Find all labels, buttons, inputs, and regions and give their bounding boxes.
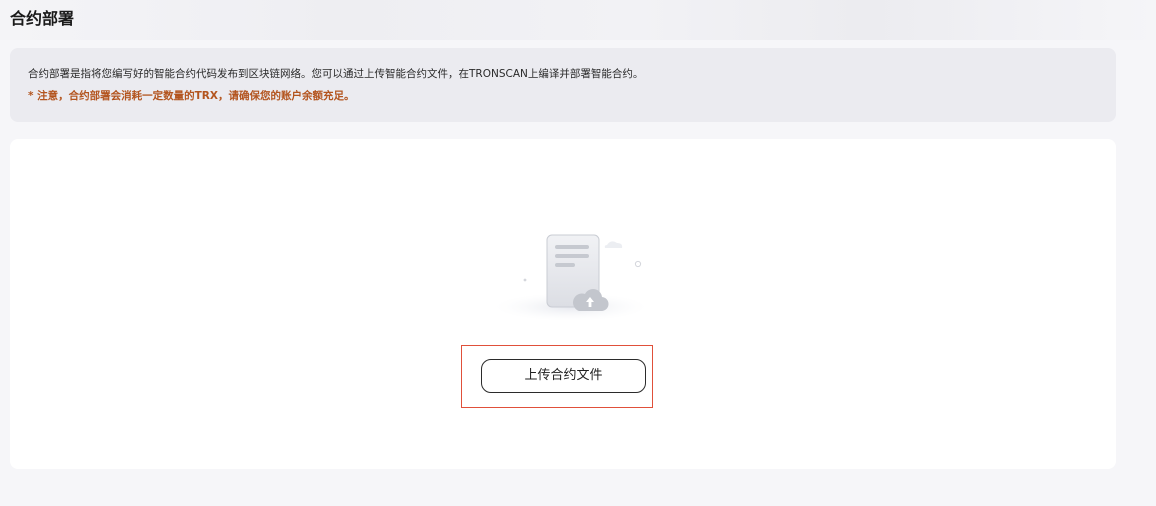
notice-description: 合约部署是指将您编写好的智能合约代码发布到区块链网络。您可以通过上传智能合约文件… bbox=[28, 68, 644, 80]
page-title: 合约部署 bbox=[10, 9, 75, 28]
notice-warning: * 注意，合约部署会消耗一定数量的TRX，请确保您的账户余额充足。 bbox=[28, 90, 355, 102]
header-background bbox=[0, 0, 1156, 40]
info-notice: 合约部署是指将您编写好的智能合约代码发布到区块链网络。您可以通过上传智能合约文件… bbox=[10, 48, 1116, 122]
upload-panel: 上传合约文件 bbox=[10, 139, 1116, 469]
upload-contract-button[interactable]: 上传合约文件 bbox=[481, 359, 646, 393]
document-upload-icon bbox=[495, 234, 647, 321]
